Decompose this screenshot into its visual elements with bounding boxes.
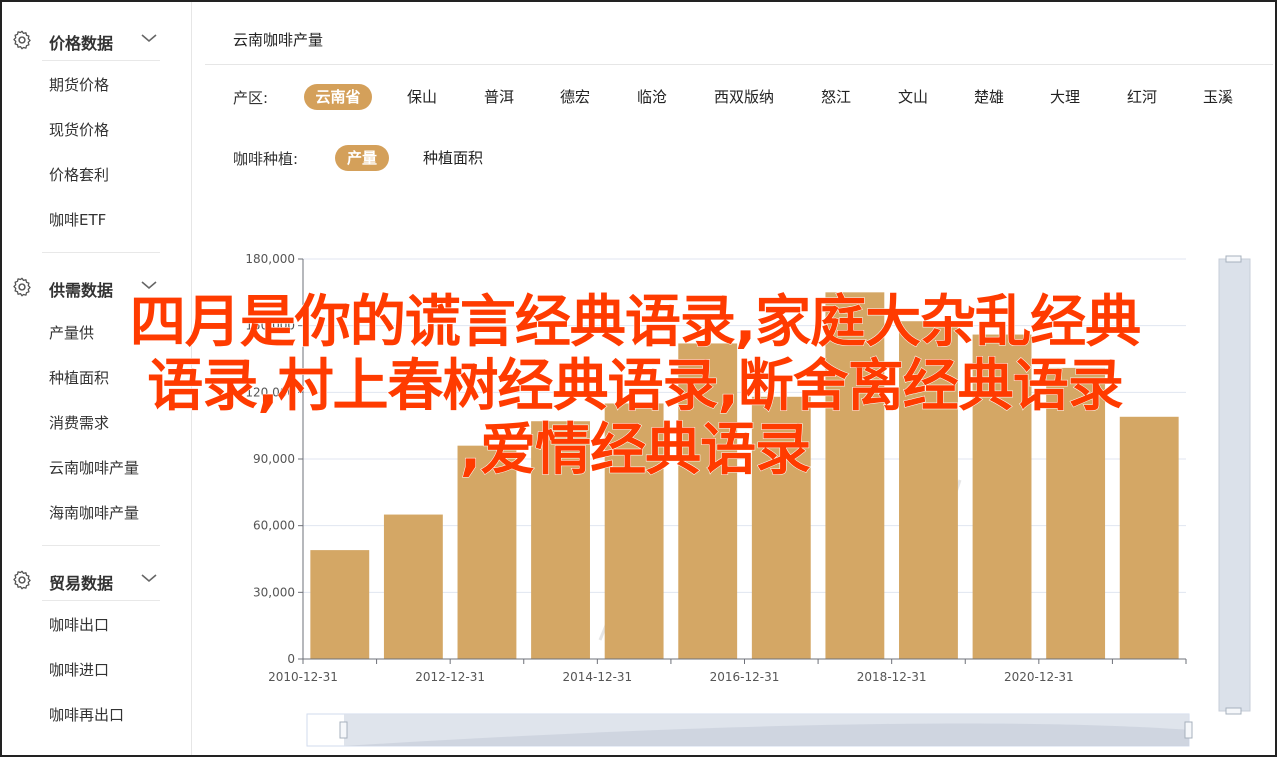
divider [205,64,1273,65]
menu-item-hainan-production[interactable]: 海南咖啡产量 [49,502,139,523]
planting-option-production[interactable]: 产量 [335,145,389,171]
menu-item-coffee-export[interactable]: 咖啡出口 [49,614,109,635]
group-header-trade[interactable]: 贸易数据 [2,558,192,598]
chevron-down-icon [141,34,157,43]
x-tick-label: 2010-12-31 [268,670,338,684]
region-option-yunnan[interactable]: 云南省 [304,84,372,110]
menu-item-coffee-reexport[interactable]: 咖啡再出口 [49,704,124,725]
overlay-caption-line-2: 语录,村上春树经典语录,断舍离经典语录 [147,354,1125,419]
region-option-yuxi[interactable]: 玉溪 [1196,84,1240,110]
region-option-dali[interactable]: 大理 [1043,84,1087,110]
planting-option-area[interactable]: 种植面积 [418,145,488,171]
y-tick-label: 180,000 [245,252,295,266]
region-label: 产区: [233,89,269,107]
gear-icon [13,570,31,590]
region-option-honghe[interactable]: 红河 [1120,84,1164,110]
overlay-caption-line-1: 四月是你的谎言经典语录,家庭大杂乱经典 [129,290,1141,355]
region-option-lincang[interactable]: 临沧 [630,84,674,110]
horizontal-slider-handle-left[interactable] [339,721,348,739]
planting-label: 咖啡种植: [233,150,299,168]
gear-icon [13,30,31,50]
divider [42,60,160,61]
region-option-puer[interactable]: 普洱 [477,84,521,110]
x-tick-label: 2012-12-31 [415,670,485,684]
y-tick-label: 60,000 [253,519,295,533]
region-option-baoshan[interactable]: 保山 [400,84,444,110]
x-tick-label: 2018-12-31 [857,670,927,684]
horizontal-slider-handle-right[interactable] [1184,721,1193,739]
region-option-dehong[interactable]: 德宏 [553,84,597,110]
menu-item-futures-price[interactable]: 期货价格 [49,74,109,95]
divider [42,252,160,253]
x-tick-label: 2016-12-31 [710,670,780,684]
region-option-wenshan[interactable]: 文山 [891,84,935,110]
region-option-nujiang[interactable]: 怒江 [814,84,858,110]
divider [42,545,160,546]
vertical-slider-handle-top[interactable] [1225,255,1242,263]
x-tick-label: 2020-12-31 [1004,670,1074,684]
page-title: 云南咖啡产量 [233,31,324,49]
region-option-xishuangbanna[interactable]: 西双版纳 [706,84,782,110]
menu-item-coffee-import[interactable]: 咖啡进口 [49,659,109,680]
chevron-down-icon [141,574,157,583]
group-title: 价格数据 [49,34,114,53]
bar-2010-12-31[interactable] [310,550,370,659]
group-title: 贸易数据 [49,574,114,593]
x-tick-label: 2014-12-31 [562,670,632,684]
bar-2011-12-31[interactable] [383,514,443,659]
y-tick-label: 30,000 [253,585,295,599]
divider [42,600,160,601]
menu-item-price-arbitrage[interactable]: 价格套利 [49,164,109,185]
vertical-slider-handle-bottom[interactable] [1225,707,1242,715]
menu-item-spot-price[interactable]: 现货价格 [49,119,109,140]
group-header-price[interactable]: 价格数据 [2,18,192,58]
menu-item-coffee-etf[interactable]: 咖啡ETF [49,209,106,230]
region-option-chuxiong[interactable]: 楚雄 [967,84,1011,110]
overlay-caption-line-3: ,爱情经典语录 [459,418,811,483]
y-tick-label: 0 [287,652,295,666]
